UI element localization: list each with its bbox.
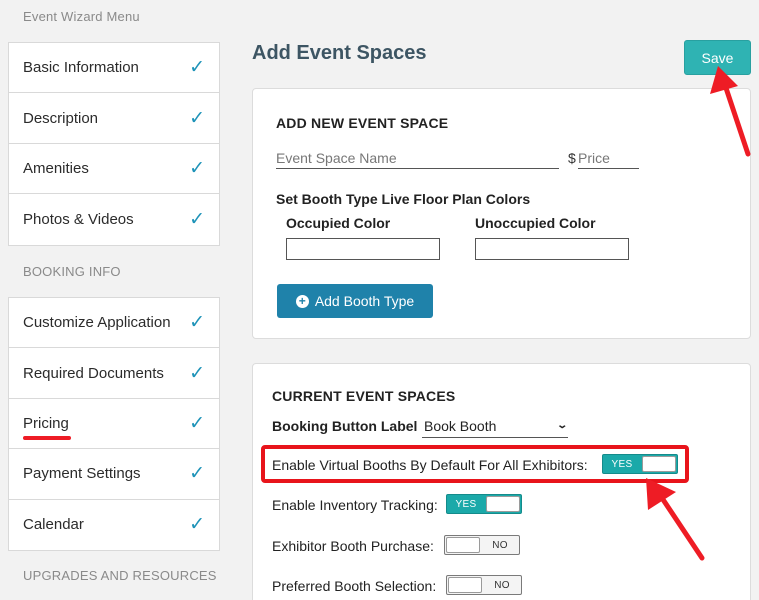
unoccupied-color-field[interactable] — [475, 238, 629, 260]
sidebar-item-label: Required Documents — [23, 364, 164, 382]
add-event-space-card: ADD NEW EVENT SPACE $ Set Booth Type Liv… — [252, 88, 751, 339]
plus-circle-icon: + — [295, 294, 309, 308]
sidebar-item-photos-videos[interactable]: Photos & Videos ✓ — [9, 194, 219, 244]
sidebar-item-payment-settings[interactable]: Payment Settings ✓ — [9, 449, 219, 500]
check-icon: ✓ — [189, 107, 205, 129]
menu-group-event: Basic Information ✓ Description ✓ Amenit… — [8, 42, 220, 246]
toggle-text: NO — [492, 539, 508, 551]
toggle-text: YES — [455, 498, 477, 510]
sidebar-item-description[interactable]: Description ✓ — [9, 93, 219, 144]
sidebar-item-required-documents[interactable]: Required Documents ✓ — [9, 348, 219, 399]
inventory-tracking-toggle[interactable]: YES — [446, 494, 522, 514]
check-icon: ✓ — [189, 514, 205, 536]
booking-button-select[interactable]: Book Booth ⌄ — [422, 414, 568, 438]
preferred-booth-toggle[interactable]: NO — [446, 575, 522, 595]
sidebar-item-amenities[interactable]: Amenities ✓ — [9, 144, 219, 195]
occupied-color-label: Occupied Color — [286, 215, 391, 231]
check-icon: ✓ — [189, 208, 205, 230]
annotation-arrow-save — [710, 66, 751, 157]
add-space-heading: ADD NEW EVENT SPACE — [276, 115, 449, 131]
sidebar-item-label: Description — [23, 109, 99, 127]
sidebar-item-label: Basic Information — [23, 59, 139, 77]
check-icon: ✓ — [189, 312, 205, 334]
add-booth-type-label: Add Booth Type — [314, 293, 415, 309]
menu-group-booking: Customize Application ✓ Required Documen… — [8, 297, 220, 551]
sidebar-item-calendar[interactable]: Calendar ✓ — [9, 500, 219, 550]
booth-colors-heading: Set Booth Type Live Floor Plan Colors — [276, 191, 531, 207]
occupied-color-field[interactable] — [286, 238, 440, 260]
event-space-name-input[interactable] — [276, 147, 559, 169]
annotation-arrow-virtual — [646, 478, 705, 561]
sidebar-item-customize-application[interactable]: Customize Application ✓ — [9, 298, 219, 349]
sidebar-item-label: Payment Settings — [23, 465, 141, 483]
toggle-knob — [486, 496, 520, 512]
check-icon: ✓ — [189, 57, 205, 79]
price-input[interactable] — [578, 147, 639, 169]
current-spaces-heading: CURRENT EVENT SPACES — [272, 388, 456, 404]
toggle-knob — [448, 577, 482, 593]
toggle-knob — [446, 537, 480, 553]
dollar-sign: $ — [568, 150, 576, 166]
page-title: Add Event Spaces — [252, 42, 427, 64]
upgrades-title: UPGRADES AND RESOURCES — [23, 568, 217, 583]
sidebar-item-label: Calendar — [23, 516, 84, 534]
check-icon: ✓ — [189, 463, 205, 485]
preferred-booth-label: Preferred Booth Selection: — [272, 578, 437, 594]
booking-info-title: BOOKING INFO — [23, 264, 121, 279]
booth-purchase-toggle[interactable]: NO — [444, 535, 520, 555]
booking-button-label: Booking Button Label — [272, 418, 418, 434]
sidebar-item-label: Customize Application — [23, 314, 171, 332]
booking-button-value: Book Booth — [424, 417, 497, 434]
chevron-down-icon: ⌄ — [555, 420, 568, 431]
sidebar-item-label: Photos & Videos — [23, 210, 134, 228]
annotation-underline — [23, 436, 71, 441]
wizard-menu-title: Event Wizard Menu — [23, 9, 140, 24]
check-icon: ✓ — [189, 412, 205, 434]
sidebar-item-label: Pricing — [23, 414, 69, 432]
sidebar-item-pricing[interactable]: Pricing ✓ — [9, 399, 219, 450]
toggle-text: NO — [494, 579, 510, 591]
add-booth-type-button[interactable]: + Add Booth Type — [277, 284, 433, 318]
sidebar-item-label: Amenities — [23, 159, 89, 177]
annotation-highlight-box — [261, 445, 689, 483]
unoccupied-color-label: Unoccupied Color — [475, 215, 596, 231]
check-icon: ✓ — [189, 362, 205, 384]
wizard-sidebar: Event Wizard Menu Basic Information ✓ De… — [0, 0, 228, 600]
check-icon: ✓ — [189, 157, 205, 179]
sidebar-item-basic-information[interactable]: Basic Information ✓ — [9, 43, 219, 94]
inventory-tracking-label: Enable Inventory Tracking: — [272, 497, 438, 513]
booth-purchase-label: Exhibitor Booth Purchase: — [272, 538, 434, 554]
